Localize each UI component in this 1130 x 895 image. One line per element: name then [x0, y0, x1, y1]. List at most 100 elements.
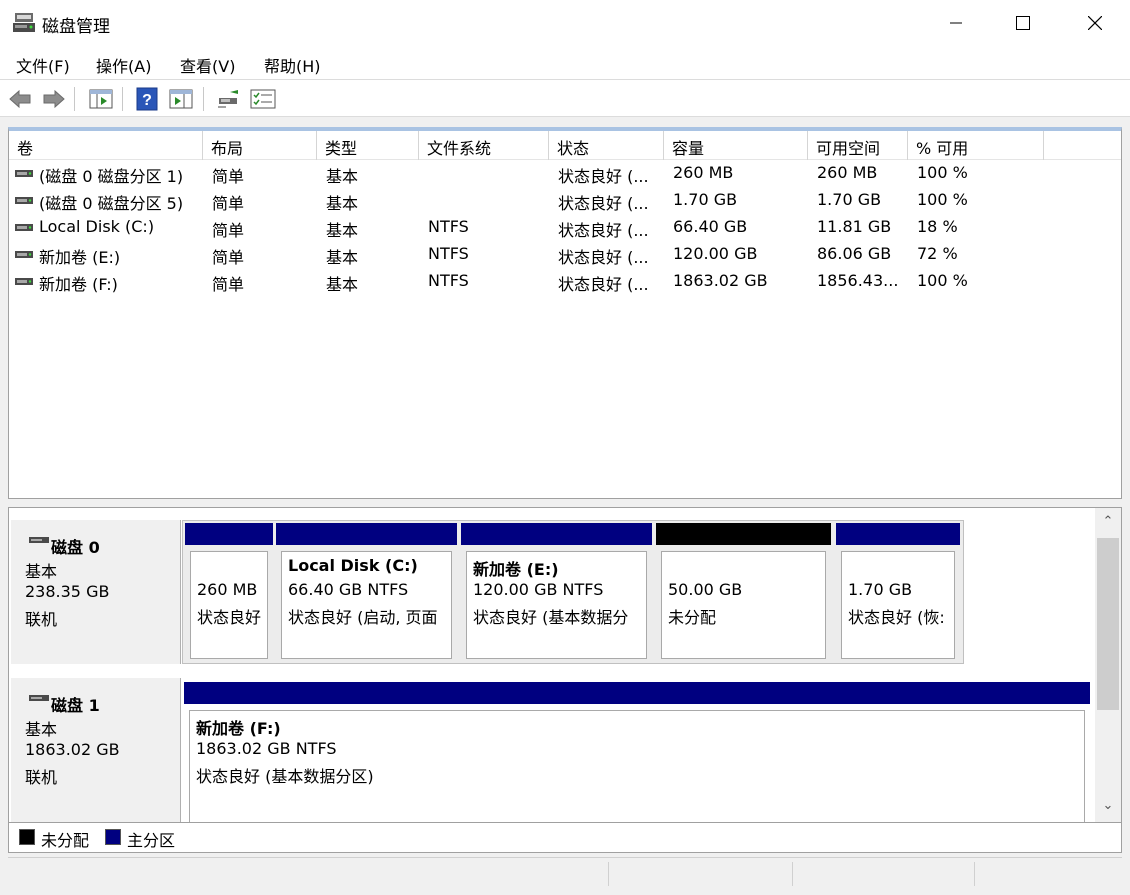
partition-status: 状态良好 (启动, 页面 [288, 608, 438, 627]
legend-swatch-primary [105, 829, 121, 845]
volume-status: 状态良好 (... [558, 194, 649, 213]
disk-size: 1863.02 GB [25, 740, 120, 759]
volume-percent: 100 % [917, 271, 968, 290]
volume-list-header: 卷 布局 类型 文件系统 状态 容量 可用空间 % 可用 [9, 131, 1121, 160]
table-row[interactable]: 新加卷 (F:) 简单 基本 NTFS 状态良好 (... 1863.02 GB… [9, 269, 1121, 296]
svg-text:?: ? [142, 92, 152, 109]
pane-splitter[interactable] [8, 499, 1122, 507]
col-type[interactable]: 类型 [317, 131, 419, 160]
legend-swatch-unallocated [19, 829, 35, 845]
drive-icon [15, 251, 33, 258]
volume-status: 状态良好 (... [558, 167, 649, 186]
drive-icon [15, 170, 33, 177]
properties-button[interactable] [250, 86, 276, 112]
disk-type: 基本 [25, 720, 58, 739]
menu-action[interactable]: 操作(A) [96, 53, 151, 77]
show-action-pane-button[interactable] [168, 86, 194, 112]
table-row[interactable]: Local Disk (C:) 简单 基本 NTFS 状态良好 (... 66.… [9, 215, 1121, 242]
col-status[interactable]: 状态 [549, 131, 664, 160]
disk-1-label[interactable]: 磁盘 1 基本 1863.02 GB 联机 [11, 678, 181, 822]
partition-body: Local Disk (C:) 66.40 GB NTFS 状态良好 (启动, … [281, 551, 452, 659]
back-button[interactable] [7, 86, 33, 112]
volume-name: Local Disk (C:) [39, 217, 155, 236]
disk-map-pane: 磁盘 0 基本 238.35 GB 联机 260 MB 状态良好 Local D… [8, 507, 1122, 823]
scroll-thumb[interactable] [1097, 538, 1119, 710]
volume-capacity: 260 MB [673, 163, 734, 182]
partition-block[interactable]: Local Disk (C:) 66.40 GB NTFS 状态良好 (启动, … [276, 523, 457, 663]
volume-filesystem: NTFS [428, 217, 469, 236]
partition-size: 1863.02 GB NTFS [196, 739, 337, 758]
volume-status: 状态良好 (... [558, 248, 649, 267]
action-pane-icon [169, 89, 193, 109]
menu-help[interactable]: 帮助(H) [264, 53, 321, 77]
toolbar-separator [203, 87, 204, 111]
partition-title: Local Disk (C:) [288, 556, 418, 575]
partition-body: 1.70 GB 状态良好 (恢: [841, 551, 955, 659]
volume-type: 基本 [326, 194, 359, 213]
window-title: 磁盘管理 [42, 17, 110, 37]
partition-status: 未分配 [668, 608, 717, 627]
volume-capacity: 120.00 GB [673, 244, 758, 263]
maximize-icon [1016, 16, 1030, 30]
minimize-button[interactable] [923, 0, 989, 46]
close-button[interactable] [1062, 0, 1128, 46]
col-percent-free[interactable]: % 可用 [908, 131, 1044, 160]
scroll-down-icon[interactable]: ⌄ [1095, 798, 1121, 818]
status-bar [8, 857, 1122, 889]
disk-state: 联机 [25, 768, 58, 787]
disk-type: 基本 [25, 562, 58, 581]
show-hide-console-tree-button[interactable] [88, 86, 114, 112]
volume-layout: 简单 [212, 167, 245, 186]
volume-layout: 简单 [212, 221, 245, 240]
partition-block[interactable]: 260 MB 状态良好 [185, 523, 273, 663]
checklist-icon [250, 89, 276, 109]
volume-percent: 72 % [917, 244, 958, 263]
partition-status: 状态良好 [197, 608, 262, 627]
help-button[interactable]: ? [134, 86, 160, 112]
arrow-right-icon [43, 89, 65, 109]
toolbar: ? [0, 81, 1130, 117]
disk-0-label[interactable]: 磁盘 0 基本 238.35 GB 联机 [11, 520, 181, 664]
table-row[interactable]: 新加卷 (E:) 简单 基本 NTFS 状态良好 (... 120.00 GB … [9, 242, 1121, 269]
volume-percent: 100 % [917, 190, 968, 209]
table-row[interactable]: (磁盘 0 磁盘分区 1) 简单 基本 状态良好 (... 260 MB 260… [9, 161, 1121, 188]
menu-bar: 文件(F) 操作(A) 查看(V) 帮助(H) [0, 46, 1130, 80]
col-free-space[interactable]: 可用空间 [808, 131, 908, 160]
disk-management-icon [13, 13, 35, 32]
table-row[interactable]: (磁盘 0 磁盘分区 5) 简单 基本 状态良好 (... 1.70 GB 1.… [9, 188, 1121, 215]
forward-button[interactable] [41, 86, 67, 112]
partition-color-bar [656, 523, 831, 545]
menu-file[interactable]: 文件(F) [16, 53, 70, 77]
partition-block[interactable]: 1.70 GB 状态良好 (恢: [836, 523, 960, 663]
volume-name: 新加卷 (E:) [39, 248, 121, 267]
partition-size: 260 MB [197, 580, 258, 599]
maximize-button[interactable] [990, 0, 1056, 46]
disk-name: 磁盘 0 [51, 538, 100, 557]
arrow-left-icon [9, 89, 31, 109]
partition-block[interactable]: 新加卷 (E:) 120.00 GB NTFS 状态良好 (基本数据分 [461, 523, 652, 663]
col-layout[interactable]: 布局 [203, 131, 317, 160]
main-frame: 卷 布局 类型 文件系统 状态 容量 可用空间 % 可用 (磁盘 0 磁盘分区 … [0, 117, 1130, 895]
partition-status: 状态良好 (恢: [848, 608, 945, 627]
partition-body: 50.00 GB 未分配 [661, 551, 826, 659]
partition-block[interactable]: 新加卷 (F:) 1863.02 GB NTFS 状态良好 (基本数据分区) [184, 682, 1090, 822]
scroll-up-icon[interactable]: ⌃ [1095, 514, 1121, 534]
partition-size: 66.40 GB NTFS [288, 580, 409, 599]
partition-title: 新加卷 (F:) [196, 719, 281, 738]
col-volume[interactable]: 卷 [9, 131, 203, 160]
col-capacity[interactable]: 容量 [664, 131, 808, 160]
menu-view[interactable]: 查看(V) [180, 53, 235, 77]
status-divider [974, 862, 975, 886]
volume-capacity: 1.70 GB [673, 190, 738, 209]
col-filesystem[interactable]: 文件系统 [419, 131, 549, 160]
partition-block[interactable]: 50.00 GB 未分配 [656, 523, 831, 663]
minimize-icon [950, 22, 962, 24]
volume-filesystem: NTFS [428, 244, 469, 263]
disk-pane-scrollbar[interactable]: ⌃ ⌄ [1095, 508, 1121, 822]
volume-layout: 简单 [212, 248, 245, 267]
drive-icon [15, 224, 33, 231]
volume-name: (磁盘 0 磁盘分区 1) [39, 167, 184, 186]
title-bar: 磁盘管理 [0, 0, 1130, 46]
partition-body: 新加卷 (F:) 1863.02 GB NTFS 状态良好 (基本数据分区) [189, 710, 1085, 822]
connect-disk-button[interactable] [215, 86, 241, 112]
